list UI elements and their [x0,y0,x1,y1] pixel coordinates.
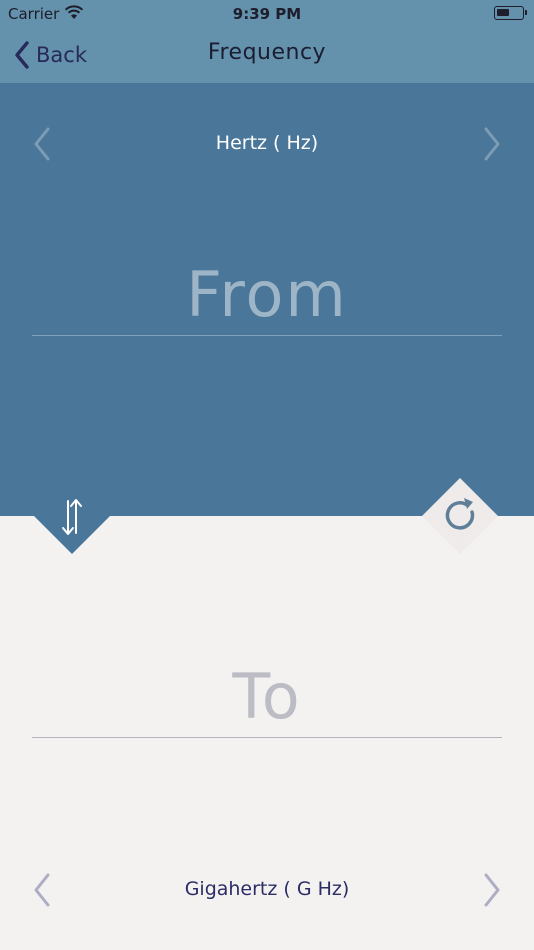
to-unit-label[interactable]: Gigahertz ( G Hz) [185,878,350,900]
page-title: Frequency [207,40,327,65]
to-next-unit-chevron-right-icon[interactable] [476,872,506,908]
status-bar: Carrier 9:39 PM [0,0,534,28]
to-placeholder: To [232,660,302,733]
from-input[interactable]: From [32,250,502,336]
from-next-unit-chevron-right-icon[interactable] [476,126,506,162]
from-placeholder: From [186,258,348,331]
to-unit-selector: Gigahertz ( G Hz) [0,864,534,914]
swap-button[interactable] [34,478,110,554]
to-prev-unit-chevron-left-icon[interactable] [28,872,58,908]
reset-button[interactable] [422,478,498,554]
to-input[interactable]: To [32,654,502,738]
battery-icon [494,6,527,20]
from-unit-selector: Hertz ( Hz) [0,118,534,168]
from-unit-label[interactable]: Hertz ( Hz) [216,132,318,154]
from-prev-unit-chevron-left-icon[interactable] [28,126,58,162]
clock: 9:39 PM [232,5,302,23]
